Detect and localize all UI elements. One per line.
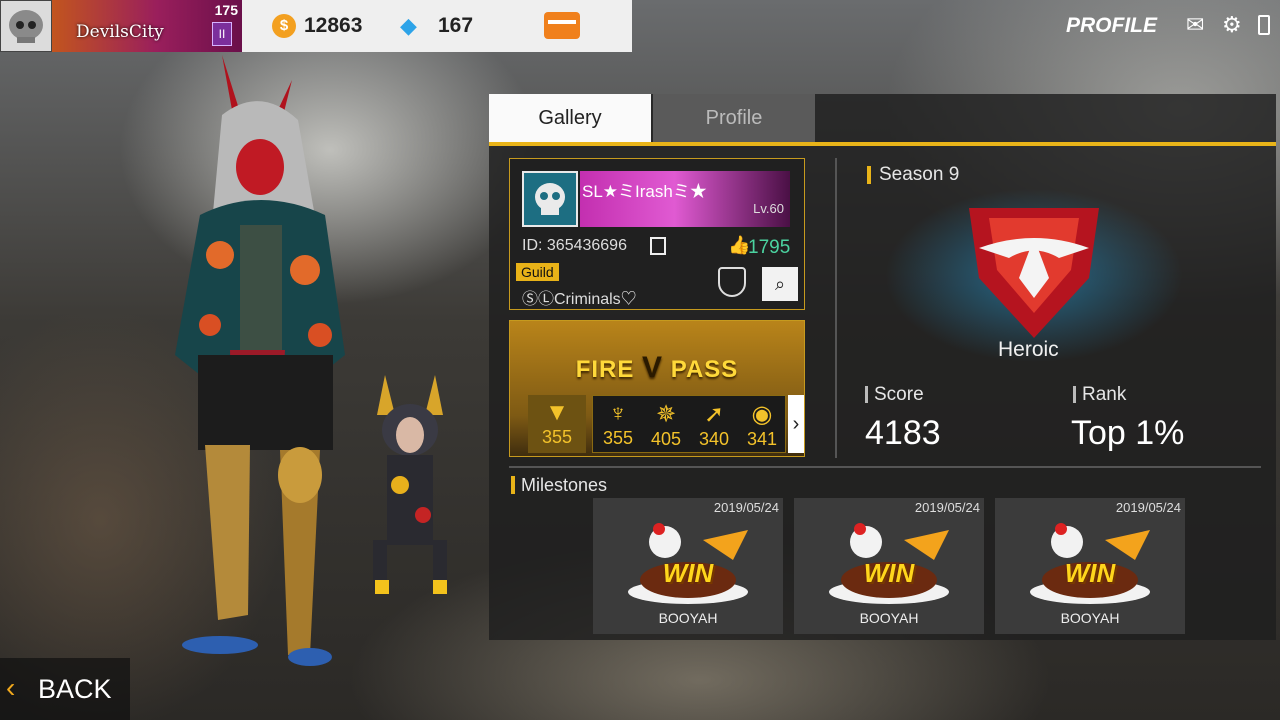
fire-pass-item-value: 405 [650, 429, 682, 449]
score-label: Score [865, 385, 924, 404]
fire-pass-item-value: 355 [541, 427, 573, 447]
mail-icon[interactable]: ✉ [1186, 12, 1204, 38]
player-skull-icon[interactable] [522, 171, 578, 227]
search-icon[interactable]: ⌕ [762, 267, 798, 301]
player-level: Lv.60 [753, 201, 784, 216]
fox-icon: ▼ [545, 399, 569, 426]
pet-model[interactable] [365, 375, 455, 600]
player-avatar[interactable] [0, 0, 52, 52]
fire-pass-title: FIRE V PASS [510, 351, 804, 385]
guild-label: Guild [516, 263, 559, 281]
tab-underline [489, 142, 1276, 146]
fire-pass-item-value: 341 [746, 429, 778, 449]
rank-label: Rank [1073, 385, 1126, 404]
skull-avatar-icon [9, 10, 43, 43]
fire-pass-item[interactable]: ➚ 340 [691, 396, 737, 454]
guild-emblem-icon[interactable] [718, 267, 746, 297]
disc-icon: ◉ [751, 401, 773, 428]
score-value: 4183 [865, 414, 941, 452]
horn-icon: ♆ [609, 400, 627, 427]
store-card-icon[interactable] [544, 12, 580, 39]
heroic-rank-icon[interactable] [959, 208, 1109, 338]
chevron-right-icon[interactable]: › [788, 395, 804, 453]
battery-icon [1258, 15, 1270, 35]
milestone-card[interactable]: 2019/05/24 WIN BOOYAH [995, 498, 1185, 634]
player-banner[interactable]: DevilsCity 175 II [52, 0, 242, 52]
milestone-label: BOOYAH [859, 610, 919, 626]
fire-pass-item[interactable]: ♆ 355 [595, 396, 641, 454]
season-label: Season 9 [867, 165, 959, 184]
fire-pass-title-left: FIRE [575, 356, 635, 383]
banner-name: DevilsCity [76, 22, 164, 42]
milestone-win-text: WIN [662, 558, 714, 588]
milestone-win-text: WIN [863, 558, 915, 588]
character-model[interactable] [170, 55, 390, 675]
fire-pass-item-value: 340 [698, 429, 730, 449]
player-name-banner: SL★ミIrashミ★ Lv.60 [580, 171, 790, 227]
screen-title: PROFILE [1066, 14, 1158, 37]
banner-level: 175 [214, 2, 238, 18]
currency-bar: $ 12863 ◆ 167 [242, 0, 632, 52]
top-bar: DevilsCity 175 II $ 12863 ◆ 167 PROFILE … [0, 0, 1280, 52]
fire-pass-item-value: 355 [602, 428, 634, 448]
back-label: BACK [38, 674, 112, 704]
milestone-label: BOOYAH [658, 610, 718, 626]
fire-pass-item[interactable]: ▼ 355 [528, 395, 586, 453]
tab-profile[interactable]: Profile [653, 94, 815, 142]
coin-icon: $ [272, 14, 296, 38]
diamond-icon[interactable]: ◆ [400, 13, 417, 39]
back-button[interactable]: ‹ BACK [0, 658, 130, 720]
milestone-card[interactable]: 2019/05/24 WIN BOOYAH [593, 498, 783, 634]
copy-icon[interactable] [650, 237, 666, 255]
rank-value: Top 1% [1071, 414, 1185, 452]
gear-icon[interactable]: ⚙ [1222, 12, 1242, 38]
rank-badge-icon: II [212, 22, 232, 46]
milestone-date: 2019/05/24 [914, 500, 980, 515]
player-name: SL★ミIrashミ★ [582, 182, 707, 201]
milestone-date: 2019/05/24 [713, 500, 779, 515]
player-id: ID: 365436696 [522, 237, 627, 254]
beetle-icon: ✵ [655, 401, 677, 428]
fire-pass-item[interactable]: ✵ 405 [643, 396, 689, 454]
coins-value: 12863 [304, 14, 363, 37]
milestones-title: Milestones [511, 476, 607, 494]
chevron-left-icon: ‹ [6, 672, 16, 703]
vertical-divider [835, 158, 837, 458]
rank-name: Heroic [998, 338, 1059, 361]
milestone-card[interactable]: 2019/05/24 WIN BOOYAH [794, 498, 984, 634]
player-card: SL★ミIrashミ★ Lv.60 ID: 365436696 👍 1795 G… [509, 158, 805, 310]
horizontal-divider [509, 466, 1261, 468]
milestone-label: BOOYAH [1060, 610, 1120, 626]
fire-pass-title-right: PASS [670, 356, 739, 383]
guild-name: ⓈⓁCriminals♡ [522, 291, 637, 308]
fire-pass-items-group: ♆ 355 ✵ 405 ➚ 340 ◉ 341 [592, 395, 786, 453]
likes-count: 1795 [748, 237, 791, 258]
milestone-win-text: WIN [1064, 558, 1116, 588]
tab-gallery[interactable]: Gallery [489, 94, 651, 142]
fire-pass-emblem-icon: V [642, 351, 664, 384]
rocket-icon: ➚ [703, 401, 725, 428]
milestone-date: 2019/05/24 [1115, 500, 1181, 515]
fire-pass-item[interactable]: ◉ 341 [739, 396, 785, 454]
diamonds-value: 167 [438, 14, 474, 37]
fire-pass-card[interactable]: FIRE V PASS ▼ 355 ♆ 355 ✵ 405 ➚ 340 ◉ 34… [509, 320, 805, 457]
profile-panel: Gallery Profile SL★ミIrashミ★ Lv.60 ID: 36… [489, 94, 1276, 640]
